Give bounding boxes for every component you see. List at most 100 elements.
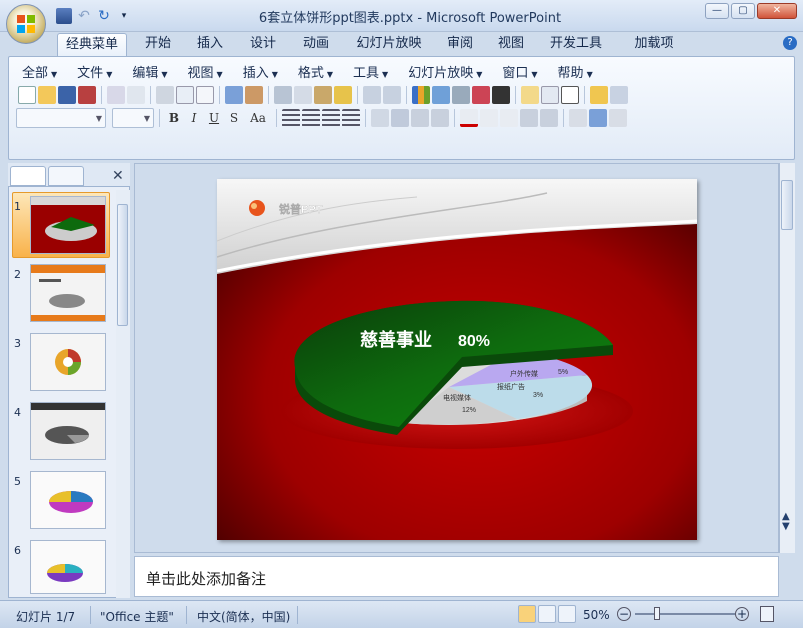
- slide-thumbnail-2[interactable]: [30, 264, 106, 322]
- normal-view-icon[interactable]: [518, 605, 536, 623]
- tab-animation[interactable]: 动画: [296, 33, 336, 57]
- align-left-icon[interactable]: [282, 109, 300, 127]
- grow-font-icon[interactable]: [480, 109, 498, 127]
- slide-thumbnail-6[interactable]: [30, 540, 106, 594]
- paste-icon[interactable]: [314, 86, 332, 104]
- tab-home[interactable]: 开始: [138, 33, 178, 57]
- menu-help[interactable]: 帮助 ▼: [552, 60, 599, 82]
- textbox-icon[interactable]: [561, 86, 579, 104]
- prev-next-slide-icon[interactable]: ▲ ▼: [782, 512, 790, 532]
- menu-all[interactable]: 全部 ▼: [16, 60, 63, 82]
- shrink-font-icon[interactable]: [500, 109, 518, 127]
- shadow-button[interactable]: S: [225, 111, 243, 125]
- increase-indent-icon[interactable]: [540, 109, 558, 127]
- copy-icon[interactable]: [294, 86, 312, 104]
- bullets-icon[interactable]: [431, 109, 449, 127]
- slide-thumbnail-3[interactable]: [30, 333, 106, 391]
- print-icon[interactable]: [127, 86, 145, 104]
- tab-insert[interactable]: 插入: [190, 33, 230, 57]
- chart-icon[interactable]: [412, 86, 430, 104]
- numbering-icon[interactable]: [411, 109, 429, 127]
- new-icon[interactable]: [18, 86, 36, 104]
- tab-slideshow[interactable]: 幻灯片放映: [352, 33, 426, 57]
- save-icon[interactable]: [56, 8, 72, 24]
- slide-thumbnail-1[interactable]: [30, 196, 106, 254]
- slide-sorter-icon[interactable]: [538, 605, 556, 623]
- bold-button[interactable]: B: [165, 111, 183, 125]
- status-theme[interactable]: "Office 主题": [100, 608, 174, 625]
- editor-scroll-thumb[interactable]: [781, 180, 793, 230]
- folder-icon[interactable]: [590, 86, 608, 104]
- font-size-combo[interactable]: ▼: [112, 108, 154, 128]
- menu-format[interactable]: 格式 ▼: [292, 60, 339, 82]
- find-icon[interactable]: [610, 86, 628, 104]
- redo-icon[interactable]: [383, 86, 401, 104]
- tab-slides[interactable]: [10, 166, 46, 186]
- underline-button[interactable]: U: [205, 111, 223, 125]
- permission-icon[interactable]: [78, 86, 96, 104]
- align-right-icon[interactable]: [322, 109, 340, 127]
- open-icon[interactable]: [38, 86, 56, 104]
- close-button[interactable]: ✕: [757, 3, 797, 19]
- close-pane-icon[interactable]: ✕: [112, 168, 124, 184]
- menu-edit[interactable]: 编辑 ▼: [126, 60, 173, 82]
- slides-pane-scroll-thumb[interactable]: [117, 204, 128, 326]
- slide-canvas[interactable]: 慈善事业 80% 锐普PPT 户外传媒 5% 报纸广告 3% 电视媒体 12%: [216, 179, 698, 540]
- menu-tools[interactable]: 工具 ▼: [347, 60, 394, 82]
- italic-button[interactable]: I: [185, 111, 203, 125]
- line-spacing-icon[interactable]: [391, 109, 409, 127]
- cut-icon[interactable]: [274, 86, 292, 104]
- layout-icon[interactable]: [541, 86, 559, 104]
- menu-insert[interactable]: 插入 ▼: [237, 60, 284, 82]
- tab-classic-menu[interactable]: 经典菜单: [57, 33, 127, 57]
- help-icon[interactable]: ?: [783, 36, 797, 50]
- color-icon[interactable]: [472, 86, 490, 104]
- zoom-out-icon[interactable]: −: [617, 607, 631, 621]
- justify-icon[interactable]: [342, 109, 360, 127]
- zoom-in-icon[interactable]: +: [735, 607, 749, 621]
- redo-icon[interactable]: ↻: [96, 8, 112, 24]
- office-button[interactable]: [6, 4, 46, 44]
- maximize-button[interactable]: ▢: [731, 3, 755, 19]
- arrange-icon[interactable]: [589, 109, 607, 127]
- columns-icon[interactable]: [371, 109, 389, 127]
- spelling-icon[interactable]: [225, 86, 243, 104]
- print-preview-2-icon[interactable]: [176, 86, 194, 104]
- slide-thumbnail-4[interactable]: [30, 402, 106, 460]
- tab-design[interactable]: 设计: [243, 33, 283, 57]
- customize-qat-icon[interactable]: ▾: [116, 8, 132, 24]
- format-painter-icon[interactable]: [334, 86, 352, 104]
- menu-slideshow[interactable]: 幻灯片放映 ▼: [402, 60, 488, 82]
- save-icon[interactable]: [58, 86, 76, 104]
- zoom-slider-thumb[interactable]: [654, 607, 660, 620]
- font-name-combo[interactable]: ▼: [16, 108, 106, 128]
- slide-thumbnail-5[interactable]: [30, 471, 106, 529]
- new-slide-icon[interactable]: [521, 86, 539, 104]
- zoom-level[interactable]: 50%: [583, 608, 610, 622]
- tab-view[interactable]: 视图: [491, 33, 531, 57]
- change-case-button[interactable]: Aa: [245, 111, 271, 125]
- undo-icon[interactable]: ↶: [76, 8, 92, 24]
- menu-file[interactable]: 文件 ▼: [71, 60, 118, 82]
- fit-to-window-icon[interactable]: [760, 606, 774, 622]
- menu-window[interactable]: 窗口 ▼: [496, 60, 543, 82]
- hyperlink-icon[interactable]: [452, 86, 470, 104]
- slideshow-view-icon[interactable]: [558, 605, 576, 623]
- research-icon[interactable]: [245, 86, 263, 104]
- status-language[interactable]: 中文(简体，中国): [197, 608, 290, 625]
- tab-outline[interactable]: [48, 166, 84, 186]
- tab-addins[interactable]: 加载项: [622, 33, 686, 57]
- font-color-icon[interactable]: [460, 109, 478, 127]
- quick-styles-icon[interactable]: [609, 109, 627, 127]
- email-icon[interactable]: [107, 86, 125, 104]
- zoom-slider[interactable]: [635, 613, 735, 615]
- table-icon[interactable]: [432, 86, 450, 104]
- undo-icon[interactable]: [363, 86, 381, 104]
- print-preview-icon[interactable]: [156, 86, 174, 104]
- tab-developer[interactable]: 开发工具: [544, 33, 608, 57]
- menu-view[interactable]: 视图 ▼: [182, 60, 229, 82]
- shapes-icon[interactable]: [569, 109, 587, 127]
- align-center-icon[interactable]: [302, 109, 320, 127]
- minimize-button[interactable]: —: [705, 3, 729, 19]
- grayscale-icon[interactable]: [492, 86, 510, 104]
